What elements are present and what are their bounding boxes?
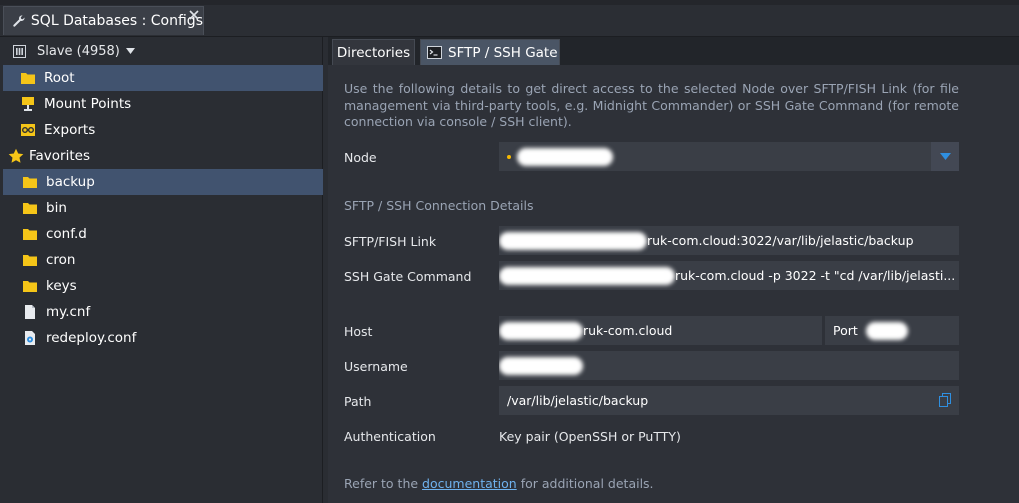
authentication-value: Key pair (OpenSSH or PuTTY) xyxy=(499,429,681,444)
ssh-details-content: Use the following details to get direct … xyxy=(328,65,1019,503)
authentication-label: Authentication xyxy=(344,429,436,444)
file-tree: Root Mount Points Exports Favorites back… xyxy=(3,65,323,351)
username-label: Username xyxy=(344,359,408,374)
ssh-gate-redacted xyxy=(499,266,675,285)
tree-item-label: Exports xyxy=(44,122,96,138)
node-label: Node xyxy=(344,150,377,165)
exports-icon xyxy=(21,124,35,136)
details-panel: Directories SFTP / SSH Gate Use the foll… xyxy=(328,37,1019,503)
username-redacted xyxy=(499,356,583,375)
terminal-icon xyxy=(427,46,442,59)
footer-note: Refer to the documentation for additiona… xyxy=(344,476,654,491)
sftp-link-label: SFTP/FISH Link xyxy=(344,234,437,249)
folder-icon xyxy=(23,281,37,292)
folder-icon xyxy=(23,177,37,188)
documentation-link[interactable]: documentation xyxy=(422,476,517,491)
tree-item-mount-points[interactable]: Mount Points xyxy=(3,91,323,117)
favorite-item-keys[interactable]: keys xyxy=(3,273,323,299)
footer-suffix: for additional details. xyxy=(520,476,654,491)
favorite-item-my-cnf[interactable]: my.cnf xyxy=(3,299,323,325)
favorite-item-cron[interactable]: cron xyxy=(3,247,323,273)
sftp-link-redacted xyxy=(499,231,647,250)
favorite-item-redeploy-conf[interactable]: redeploy.conf xyxy=(3,325,323,351)
path-value: /var/lib/jelastic/backup xyxy=(507,393,649,408)
port-label: Port xyxy=(833,323,858,338)
star-icon xyxy=(8,148,24,163)
copy-icon[interactable] xyxy=(939,393,951,407)
username-field[interactable] xyxy=(499,351,959,380)
folder-icon xyxy=(23,255,37,266)
file-icon xyxy=(25,305,35,319)
host-field[interactable]: ruk-com.cloud xyxy=(499,316,822,345)
favorite-item-bin[interactable]: bin xyxy=(3,195,323,221)
favorite-item-conf-d[interactable]: conf.d xyxy=(3,221,323,247)
folder-icon xyxy=(23,229,37,240)
tab-sftp-ssh-gate[interactable]: SFTP / SSH Gate xyxy=(420,39,560,65)
wrench-icon xyxy=(13,15,25,27)
favorites-label: Favorites xyxy=(29,148,90,164)
favorite-item-label: cron xyxy=(46,252,76,268)
status-dot-icon xyxy=(507,154,511,159)
chevron-down-icon xyxy=(939,153,951,160)
sftp-link-value: ruk-com.cloud:3022/var/lib/jelastic/back… xyxy=(647,233,914,248)
host-redacted xyxy=(499,321,583,340)
file-tree-panel: Slave (4958) Root Mount Points Exports F… xyxy=(3,37,323,503)
path-label: Path xyxy=(344,394,372,409)
favorite-item-label: conf.d xyxy=(46,226,87,242)
configs-tab-title: SQL Databases : Configs xyxy=(30,13,203,29)
favorites-header[interactable]: Favorites xyxy=(3,143,323,169)
footer-prefix: Refer to the xyxy=(344,476,419,491)
favorite-item-label: redeploy.conf xyxy=(46,330,137,346)
tree-item-root[interactable]: Root xyxy=(3,65,323,91)
server-icon xyxy=(13,44,26,58)
favorite-item-label: bin xyxy=(46,200,67,216)
ssh-gate-value: ruk-com.cloud -p 3022 -t "cd /var/lib/je… xyxy=(675,268,956,283)
top-strip xyxy=(0,0,1019,5)
connection-details-heading: SFTP / SSH Connection Details xyxy=(344,198,534,213)
config-file-icon xyxy=(25,331,35,345)
favorite-item-label: keys xyxy=(46,278,77,294)
chevron-down-icon xyxy=(125,48,135,54)
top-tab-bar: SQL Databases : Configs xyxy=(0,0,1019,37)
favorite-item-backup[interactable]: backup xyxy=(3,169,323,195)
folder-icon xyxy=(21,73,35,84)
sftp-link-field[interactable]: ruk-com.cloud:3022/var/lib/jelastic/back… xyxy=(499,226,959,255)
mount-points-icon xyxy=(22,97,34,111)
ssh-description: Use the following details to get direct … xyxy=(344,81,959,129)
configs-tab[interactable]: SQL Databases : Configs xyxy=(3,6,204,35)
tree-item-label: Root xyxy=(44,70,75,86)
favorite-item-label: backup xyxy=(46,174,95,190)
port-redacted xyxy=(865,321,908,340)
folder-icon xyxy=(23,203,37,214)
details-tab-bar: Directories SFTP / SSH Gate xyxy=(328,37,1019,65)
ssh-gate-field[interactable]: ruk-com.cloud -p 3022 -t "cd /var/lib/je… xyxy=(499,261,959,290)
tree-item-exports[interactable]: Exports xyxy=(3,117,323,143)
host-value: ruk-com.cloud xyxy=(583,323,673,338)
node-dropdown[interactable] xyxy=(499,142,959,171)
tree-item-label: Mount Points xyxy=(44,96,132,112)
tab-directories[interactable]: Directories xyxy=(332,39,415,65)
ssh-gate-label: SSH Gate Command xyxy=(344,269,472,284)
node-selector-label: Slave (4958) xyxy=(37,43,120,59)
host-label: Host xyxy=(344,324,373,339)
node-name-redacted xyxy=(517,147,613,166)
tab-sftp-ssh-gate-label: SFTP / SSH Gate xyxy=(448,44,558,61)
path-field[interactable]: /var/lib/jelastic/backup xyxy=(499,386,959,415)
close-icon[interactable] xyxy=(188,9,200,21)
tab-directories-label: Directories xyxy=(336,44,411,61)
favorite-item-label: my.cnf xyxy=(46,304,91,320)
node-selector[interactable]: Slave (4958) xyxy=(3,37,322,65)
port-field[interactable]: Port xyxy=(825,316,959,345)
node-dropdown-button[interactable] xyxy=(931,142,959,171)
